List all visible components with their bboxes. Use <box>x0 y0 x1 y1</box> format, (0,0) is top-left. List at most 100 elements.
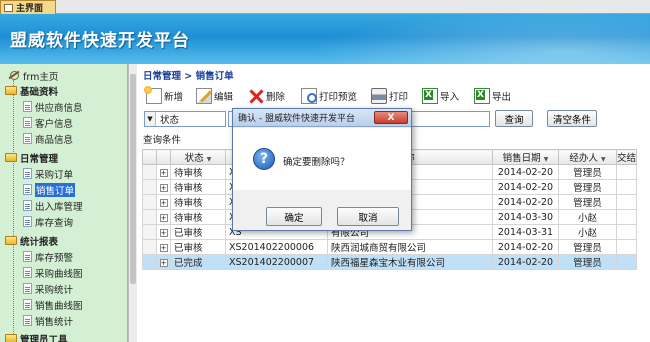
nav-item-product-info[interactable]: 商品信息 <box>23 131 73 146</box>
cell-status: 待审核 <box>170 164 226 180</box>
nav-group-reports[interactable]: 统计报表 <box>5 233 58 248</box>
table-row-selected[interactable]: + 已完成 XS201402200007 陕西福星森宝木业有限公司 2014-0… <box>142 254 638 270</box>
nav-item-stock-alert[interactable]: 库存预警 <box>23 249 73 264</box>
nav-item-customer-info[interactable]: 客户信息 <box>23 115 73 130</box>
toolbar: 新增 编辑 删除 打印预览 打印 导入 导出 <box>138 84 650 108</box>
sort-arrow-icon[interactable]: ▼ <box>544 156 549 163</box>
nav-item-inventory-query[interactable]: 库存查询 <box>23 214 73 229</box>
cell-customer: 陕西润城商贸有限公司 <box>327 239 493 255</box>
nav-item-label: 销售订单 <box>35 182 76 197</box>
print-button-label: 打印 <box>389 92 409 103</box>
document-icon <box>23 200 32 211</box>
cell-status: 已审核 <box>170 224 226 240</box>
nav-item-supplier-info[interactable]: 供应商信息 <box>23 99 83 114</box>
nav-item-frm-home[interactable]: frm主页 <box>8 68 58 83</box>
nav-item-label: 日常管理 <box>20 153 59 165</box>
nav-item-label: 出入库管理 <box>35 201 83 213</box>
nav-item-stock-in-out[interactable]: 出入库管理 <box>23 198 83 213</box>
cell-status: 待审核 <box>170 179 226 195</box>
nav-item-label: 管理员工具 <box>20 334 68 342</box>
print-preview-button[interactable]: 打印预览 <box>301 86 357 106</box>
print-button[interactable]: 打印 <box>371 86 408 106</box>
row-selector[interactable] <box>142 239 157 255</box>
row-expander[interactable]: + <box>156 179 171 195</box>
row-expander[interactable]: + <box>156 239 171 255</box>
row-expander[interactable]: + <box>156 164 171 180</box>
new-button-label: 新增 <box>164 92 184 103</box>
nav-group-basic-data[interactable]: 基础资料 <box>5 83 58 98</box>
plus-icon: + <box>159 258 168 267</box>
nav-item-label: frm主页 <box>23 71 59 83</box>
query-button[interactable]: 查询 <box>495 110 533 127</box>
cell-settlement <box>615 164 638 180</box>
row-expander[interactable]: + <box>156 224 171 240</box>
nav-item-label: 采购曲线图 <box>35 268 83 280</box>
nav-item-label: 库存预警 <box>35 252 74 264</box>
nav-item-purchase-orders[interactable]: 采购订单 <box>23 166 73 181</box>
nav-item-purchase-curve[interactable]: 采购曲线图 <box>23 265 83 280</box>
cell-status: 待审核 <box>170 209 226 225</box>
nav-item-label: 销售统计 <box>35 316 74 328</box>
row-expander[interactable]: + <box>156 209 171 225</box>
new-button[interactable]: 新增 <box>144 86 184 106</box>
export-button[interactable]: 导出 <box>474 86 511 106</box>
cell-manager: 小赵 <box>558 224 617 240</box>
export-button-label: 导出 <box>492 92 512 103</box>
grid-corner[interactable] <box>142 149 157 165</box>
cancel-button[interactable]: 取消 <box>337 207 399 226</box>
chevron-down-icon[interactable]: ▼ <box>145 112 156 126</box>
sort-arrow-icon[interactable]: ▼ <box>207 156 212 163</box>
row-selector[interactable] <box>142 254 157 270</box>
form-icon <box>4 3 13 12</box>
nav-group-daily-management[interactable]: 日常管理 <box>5 150 58 165</box>
cell-settlement <box>615 254 638 270</box>
document-icon <box>23 117 32 128</box>
row-selector[interactable] <box>142 164 157 180</box>
document-icon <box>23 168 32 179</box>
cell-sale-date: 2014-02-20 <box>492 194 559 210</box>
column-header-sale-date[interactable]: 销售日期 ▼ <box>492 149 559 165</box>
excel-export-icon <box>474 88 490 104</box>
folder-icon <box>5 153 17 162</box>
import-button-label: 导入 <box>440 92 460 103</box>
tab-main[interactable]: 主界面 <box>0 0 56 14</box>
cell-settlement <box>615 194 638 210</box>
app-title: 盟威软件快速开发平台 <box>10 31 190 51</box>
search-field-select[interactable]: ▼ 状态 <box>144 111 226 127</box>
column-header-status[interactable]: 状态 ▼ <box>170 149 226 165</box>
column-header-settlement[interactable]: 交结 <box>615 149 638 165</box>
import-button[interactable]: 导入 <box>422 86 459 106</box>
nav-item-sales-curve[interactable]: 销售曲线图 <box>23 297 83 312</box>
nav-item-label: 采购订单 <box>35 169 74 181</box>
row-expander[interactable]: + <box>156 194 171 210</box>
row-expander[interactable]: + <box>156 254 171 270</box>
column-header-manager[interactable]: 经办人 ▼ <box>558 149 617 165</box>
dialog-close-button[interactable]: X <box>374 111 408 124</box>
cell-settlement <box>615 209 638 225</box>
cell-manager: 小赵 <box>558 209 617 225</box>
document-icon <box>23 299 32 310</box>
cell-sale-date: 2014-02-20 <box>492 164 559 180</box>
document-icon <box>23 184 32 195</box>
row-selector[interactable] <box>142 224 157 240</box>
sort-arrow-icon[interactable]: ▼ <box>601 156 606 163</box>
nav-item-sales-orders[interactable]: 销售订单 <box>23 182 76 197</box>
nav-item-label: 客户信息 <box>35 118 74 130</box>
sidebar-scrollbar[interactable] <box>128 64 137 342</box>
cell-sale-date: 2014-02-20 <box>492 179 559 195</box>
nav-item-purchase-stats[interactable]: 采购统计 <box>23 281 73 296</box>
search-field-value: 状态 <box>160 115 180 126</box>
row-selector[interactable] <box>142 209 157 225</box>
confirm-ok-button[interactable]: 确定 <box>266 207 322 226</box>
clear-conditions-button[interactable]: 清空条件 <box>547 110 597 127</box>
row-selector[interactable] <box>142 179 157 195</box>
table-row[interactable]: + 已审核 XS201402200006 陕西润城商贸有限公司 2014-02-… <box>142 239 638 255</box>
sidebar-scroll-thumb[interactable] <box>130 74 136 284</box>
nav-group-admin-tools[interactable]: 管理员工具 <box>5 331 68 342</box>
row-selector[interactable] <box>142 194 157 210</box>
delete-button[interactable]: 删除 <box>248 86 285 106</box>
nav-item-sales-stats[interactable]: 销售统计 <box>23 313 73 328</box>
nav-item-label: 基础资料 <box>20 86 59 98</box>
frm-icon <box>8 70 20 81</box>
edit-button[interactable]: 编辑 <box>196 86 233 106</box>
